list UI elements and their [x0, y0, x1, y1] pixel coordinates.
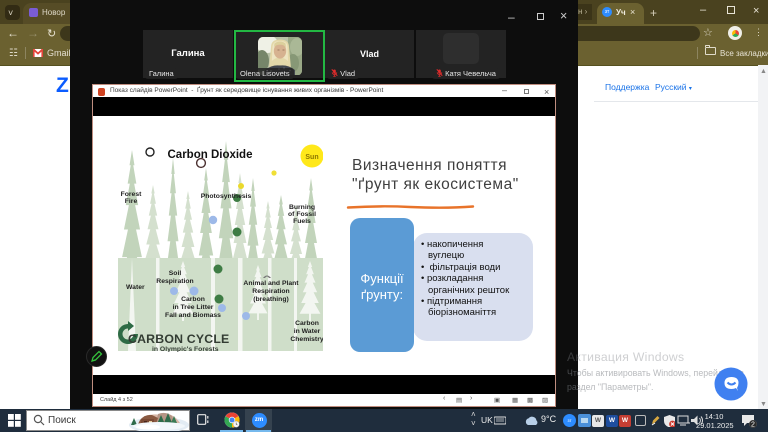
svg-text:Fuels: Fuels — [293, 218, 311, 225]
svg-text:Respiration: Respiration — [252, 288, 289, 295]
svg-text:Water: Water — [126, 284, 145, 291]
svg-text:Sun: Sun — [305, 154, 318, 161]
svg-text:Soil: Soil — [169, 270, 182, 277]
svg-text:Chemistry: Chemistry — [290, 336, 323, 343]
svg-text:Fall and Biomass: Fall and Biomass — [165, 312, 221, 319]
svg-text:(breathing): (breathing) — [253, 296, 289, 303]
svg-text:2: 2 — [751, 422, 755, 428]
svg-text:Carbon Dioxide: Carbon Dioxide — [168, 149, 253, 161]
svg-text:Fire: Fire — [125, 198, 138, 205]
svg-text:Carbon: Carbon — [295, 320, 319, 327]
svg-text:CARBON CYCLE: CARBON CYCLE — [128, 332, 229, 346]
svg-text:Photosynthesis: Photosynthesis — [201, 193, 252, 200]
svg-text:of Fossil: of Fossil — [288, 211, 316, 218]
svg-text:Burning: Burning — [289, 204, 315, 211]
svg-text:Carbon: Carbon — [181, 296, 205, 303]
svg-text:in Olympic's Forests: in Olympic's Forests — [152, 346, 219, 352]
svg-text:in Tree Litter: in Tree Litter — [173, 304, 214, 311]
svg-text:Forest: Forest — [121, 191, 143, 198]
svg-text:in Water: in Water — [294, 328, 321, 335]
svg-text:Animal and Plant: Animal and Plant — [243, 280, 299, 287]
svg-text:Respiration: Respiration — [156, 278, 193, 285]
